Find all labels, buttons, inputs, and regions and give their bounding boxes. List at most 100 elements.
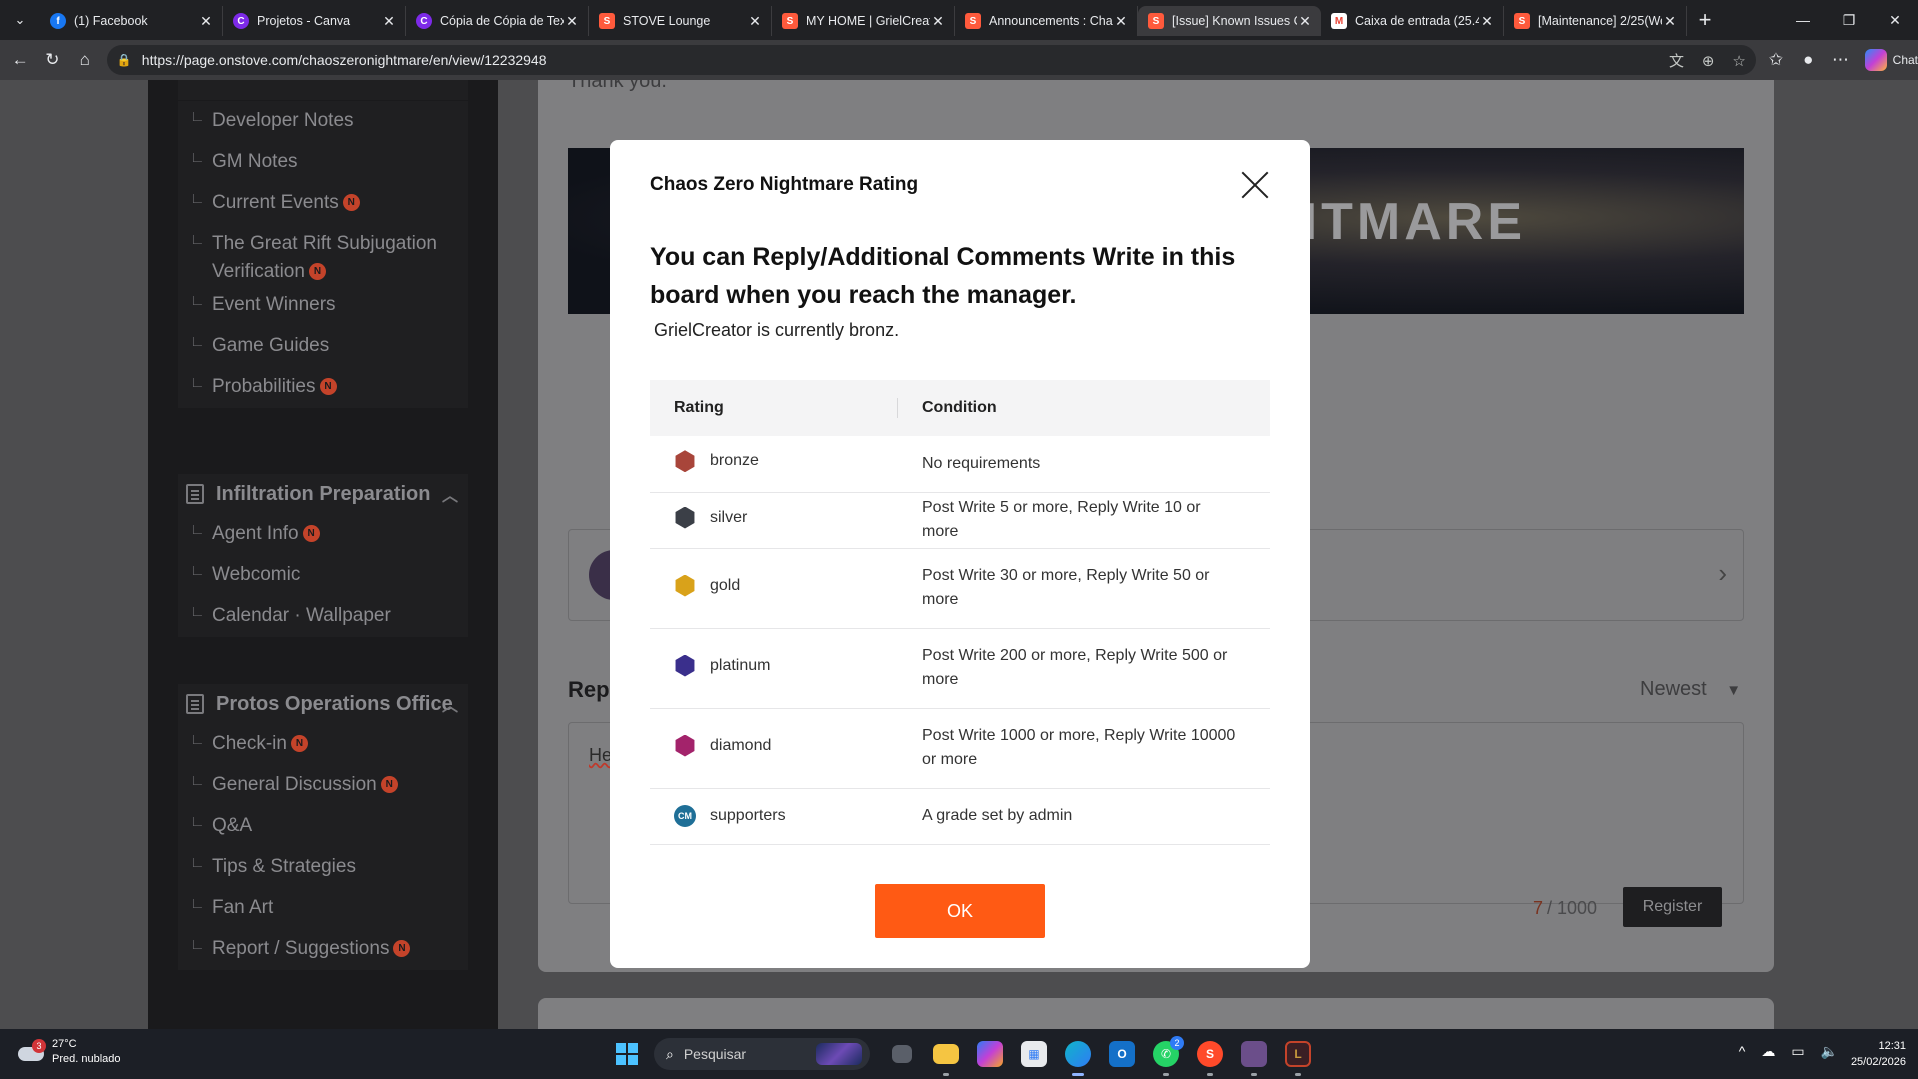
microsoft-store-icon[interactable]: ▦ [1012, 1036, 1056, 1072]
chevron-up-icon[interactable]: ︿ [442, 482, 458, 506]
taskbar-clock[interactable]: 12:31 25/02/2026 [1851, 1038, 1906, 1070]
tab-close-icon[interactable]: ✕ [198, 13, 214, 30]
more-menu-icon[interactable]: ⋯ [1824, 43, 1856, 77]
tab-close-icon[interactable]: ✕ [747, 13, 763, 30]
tab-close-icon[interactable]: ✕ [1297, 13, 1313, 30]
replies-heading: Rep [568, 677, 610, 702]
league-client-icon[interactable]: L [1276, 1036, 1320, 1076]
character-counter: 7/ 1000 [1533, 898, 1597, 919]
sub-item-marker-icon: ∟ [190, 149, 205, 166]
sidebar-top-item-partial[interactable] [178, 80, 468, 100]
browser-tab-active[interactable]: S [Issue] Known Issues Co ✕ [1138, 6, 1321, 36]
new-tab-button[interactable]: + [1687, 7, 1723, 33]
sidebar-item[interactable]: ∟ Report / Suggestions N [178, 929, 468, 970]
condition-cell: A grade set by admin [898, 788, 1270, 845]
sidebar-item[interactable]: ∟ Current Events N [178, 183, 468, 224]
tab-close-icon[interactable]: ✕ [564, 13, 580, 30]
minimize-icon[interactable]: — [1780, 0, 1826, 40]
sidebar-item-label: Webcomic [212, 564, 301, 585]
taskbar-search[interactable]: ⌕ Pesquisar [654, 1038, 870, 1070]
windows-start-icon[interactable] [616, 1043, 638, 1065]
sidebar-item[interactable]: ∟ GM Notes [178, 142, 468, 183]
sidebar-item-label: Developer Notes [212, 110, 354, 131]
sidebar-item-label: Probabilities [212, 376, 316, 397]
sidebar-item[interactable]: ∟ Developer Notes [178, 101, 468, 142]
sidebar-item[interactable]: ∟ Tips & Strategies [178, 847, 468, 888]
tab-close-icon[interactable]: ✕ [381, 13, 397, 30]
sidebar-item-label: Q&A [212, 815, 253, 836]
chevron-up-icon[interactable]: ︿ [442, 692, 458, 716]
back-arrow-icon[interactable]: ← [4, 43, 36, 77]
task-view-icon[interactable] [880, 1036, 924, 1072]
sidebar-section-header[interactable]: Protos Operations Office ︿ [178, 684, 468, 724]
tray-chevron-up-icon[interactable]: ^ [1739, 1043, 1746, 1060]
profile-avatar-icon[interactable]: ● [1792, 43, 1824, 77]
chevron-right-icon[interactable]: › [1718, 558, 1727, 589]
whatsapp-icon[interactable]: ✆ 2 [1144, 1036, 1188, 1076]
reload-icon[interactable]: ↻ [36, 43, 68, 77]
sidebar-item-label: Game Guides [212, 335, 330, 356]
weather-badge: 3 [32, 1039, 46, 1053]
sidebar-item[interactable]: ∟ Fan Art [178, 888, 468, 929]
translate-icon[interactable]: 文 [1669, 53, 1684, 70]
file-explorer-icon[interactable] [924, 1036, 968, 1076]
site-info-icon[interactable]: 🔒 [117, 53, 132, 67]
sidebar-item[interactable]: ∟ Probabilities N [178, 367, 468, 408]
rating-row-supporters: CM supporters A grade set by admin [650, 788, 1270, 845]
onedrive-icon[interactable]: ☁ [1761, 1043, 1775, 1060]
favorite-star-icon[interactable]: ☆ [1732, 53, 1745, 70]
section-title: Protos Operations Office [216, 692, 453, 715]
sidebar-item[interactable]: ∟ Q&A [178, 806, 468, 847]
favorites-icon[interactable]: ✩ [1760, 43, 1792, 77]
close-window-icon[interactable]: ✕ [1872, 0, 1918, 40]
sidebar-section-header[interactable]: Infiltration Preparation ︿ [178, 474, 468, 514]
stove-app-icon[interactable]: S [1188, 1036, 1232, 1076]
search-highlight-image [816, 1043, 862, 1065]
search-icon: ⌕ [666, 1045, 674, 1062]
network-icon[interactable]: ▭ [1791, 1043, 1804, 1060]
browser-tab[interactable]: S MY HOME | GrielCreator ✕ [772, 6, 955, 36]
ok-button[interactable]: OK [875, 884, 1045, 938]
browser-tab[interactable]: S Announcements : Chaos ✕ [955, 6, 1138, 36]
sidebar-item[interactable]: ∟ Agent Info N [178, 514, 468, 555]
tab-close-icon[interactable]: ✕ [1113, 13, 1129, 30]
weather-widget[interactable]: 3 27°C Pred. nublado [18, 1037, 121, 1067]
register-reply-button[interactable]: Register [1623, 887, 1722, 927]
browser-tab[interactable]: f (1) Facebook ✕ [40, 6, 223, 36]
sidebar-item[interactable]: ∟ General Discussion N [178, 765, 468, 806]
sort-dropdown[interactable]: Newest ▼ [1640, 678, 1741, 701]
stove-favicon-icon: S [599, 13, 615, 29]
sidebar-item[interactable]: ∟ The Great Rift Subjugation Verification N [178, 224, 468, 285]
restore-icon[interactable]: ❐ [1826, 0, 1872, 40]
address-bar[interactable]: 🔒 https://page.onstove.com/chaoszeronigh… [106, 45, 1756, 75]
volume-icon[interactable]: 🔈 [1821, 1043, 1838, 1060]
copilot-chat-button[interactable]: Chat [1864, 49, 1918, 71]
tab-close-icon[interactable]: ✕ [1479, 13, 1495, 30]
sidebar-item[interactable]: ∟ Webcomic [178, 555, 468, 596]
home-icon[interactable]: ⌂ [69, 43, 101, 77]
reply-draft-text[interactable]: He [589, 745, 612, 766]
sidebar-item[interactable]: ∟ Calendar · Wallpaper [178, 596, 468, 637]
browser-tab[interactable]: C Projetos - Canva ✕ [223, 6, 406, 36]
url-text[interactable]: https://page.onstove.com/chaoszeronightm… [142, 52, 1655, 68]
browser-tab[interactable]: S STOVE Lounge ✕ [589, 6, 772, 36]
browser-tab[interactable]: C Cópia de Cópia de Texto ✕ [406, 6, 589, 36]
sidebar-item[interactable]: ∟ Event Winners [178, 285, 468, 326]
browser-tab[interactable]: S [Maintenance] 2/25(We ✕ [1504, 6, 1687, 36]
microsoft-365-icon[interactable] [968, 1036, 1012, 1072]
rating-column-header: Rating [650, 380, 898, 436]
game-launcher-icon[interactable] [1232, 1036, 1276, 1076]
edge-browser-icon[interactable] [1056, 1036, 1100, 1076]
sidebar-item-label: Calendar · Wallpaper [212, 605, 391, 626]
sub-item-marker-icon: ∟ [190, 108, 205, 125]
outlook-icon[interactable]: O [1100, 1036, 1144, 1072]
tab-close-icon[interactable]: ✕ [930, 13, 946, 30]
sidebar-item[interactable]: ∟ Game Guides [178, 326, 468, 367]
zoom-icon[interactable]: ⊕ [1702, 53, 1715, 70]
tab-close-icon[interactable]: ✕ [1662, 13, 1678, 30]
close-icon[interactable] [1240, 170, 1270, 200]
sidebar-item[interactable]: ∟ Check-in N [178, 724, 468, 765]
browser-tab[interactable]: M Caixa de entrada (25.450✕ [1321, 6, 1504, 36]
condition-cell: Post Write 30 or more, Reply Write 50 or… [898, 548, 1270, 629]
tab-search-chevron-icon[interactable]: ⌄ [0, 0, 40, 40]
